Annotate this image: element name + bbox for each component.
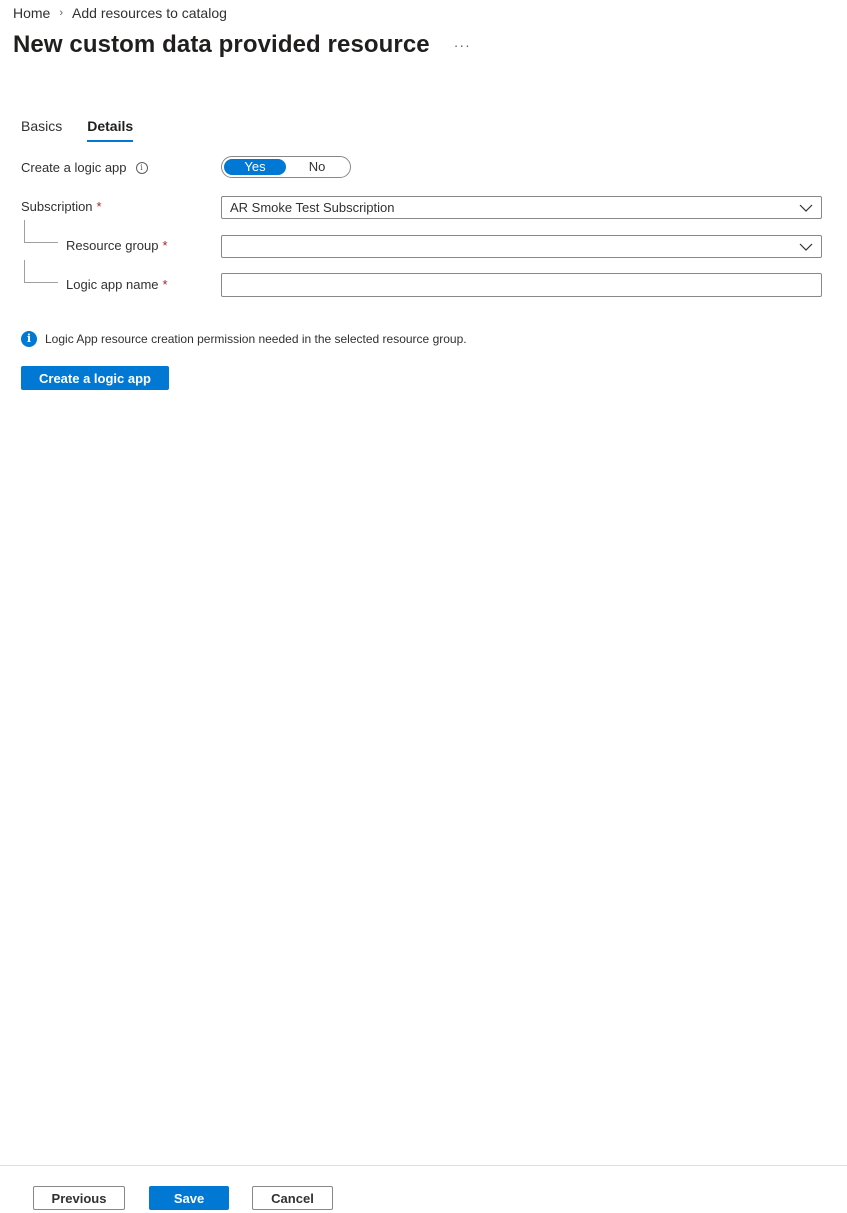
subscription-label-row: Subscription * [21,199,102,214]
resource-group-label: Resource group [66,238,159,253]
toggle-option-no[interactable]: No [286,159,348,175]
subscription-dropdown[interactable]: AR Smoke Test Subscription [221,196,822,219]
tree-connector-line [24,260,58,283]
required-marker: * [96,199,102,214]
info-circle-icon: i [21,331,37,347]
resource-group-dropdown[interactable] [221,235,822,258]
tab-basics[interactable]: Basics [21,118,62,142]
title-row: New custom data provided resource ··· [13,31,471,59]
breadcrumb-home-link[interactable]: Home [13,5,50,21]
logic-app-name-label: Logic app name [66,277,159,292]
required-marker: * [162,238,168,253]
toggle-option-yes[interactable]: Yes [224,159,286,175]
info-icon[interactable]: i [135,161,148,174]
tab-details[interactable]: Details [87,118,134,142]
previous-button[interactable]: Previous [33,1186,125,1210]
tab-bar: Basics Details [21,118,158,142]
info-message: i Logic App resource creation permission… [21,331,467,347]
create-logic-app-button[interactable]: Create a logic app [21,366,169,390]
subscription-label: Subscription [21,199,93,214]
cancel-button[interactable]: Cancel [252,1186,333,1210]
required-marker: * [162,277,168,292]
create-logic-app-label: Create a logic app [21,160,127,175]
chevron-down-icon [791,204,821,212]
create-logic-app-toggle[interactable]: Yes No [221,156,351,178]
breadcrumb-separator-icon: › [59,7,64,19]
save-button[interactable]: Save [149,1186,229,1210]
page-title: New custom data provided resource [13,31,430,58]
logic-app-name-label-row: Logic app name * [66,277,168,292]
footer-divider [0,1165,847,1166]
tree-connector-line [24,220,58,243]
subscription-value: AR Smoke Test Subscription [230,200,395,215]
chevron-down-icon [791,243,821,251]
more-options-button[interactable]: ··· [454,37,471,53]
create-logic-app-label-row: Create a logic app i [21,160,148,175]
breadcrumb: Home › Add resources to catalog [13,5,227,21]
info-message-text: Logic App resource creation permission n… [45,332,467,346]
page: Home › Add resources to catalog New cust… [0,0,847,1213]
logic-app-name-input[interactable] [221,273,822,297]
breadcrumb-add-resources-link[interactable]: Add resources to catalog [72,5,227,21]
resource-group-label-row: Resource group * [66,238,168,253]
